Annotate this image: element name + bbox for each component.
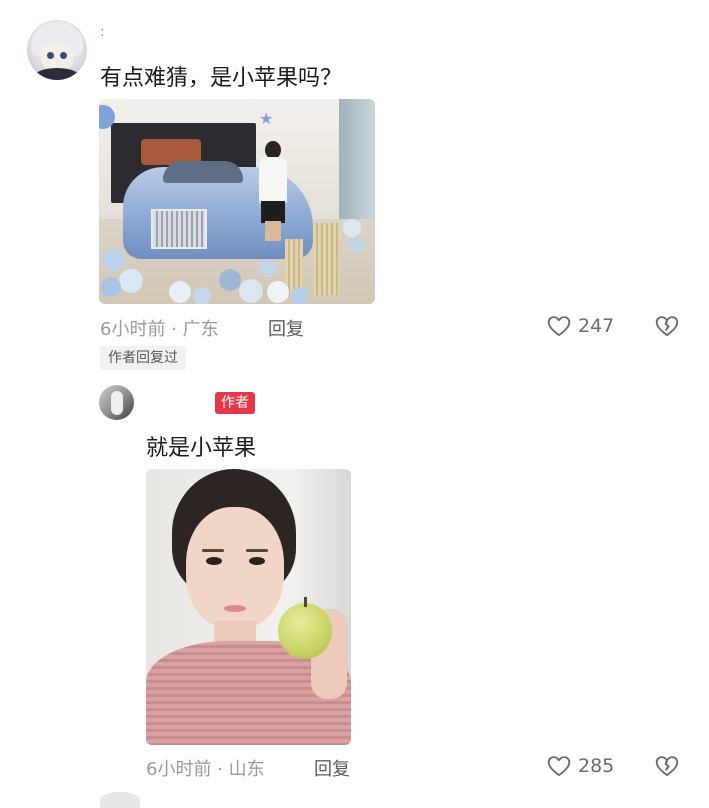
reply-reply-button[interactable]: 回复 (314, 755, 350, 781)
commenter-username[interactable]: : (100, 24, 105, 40)
reply-meta: 6小时前 · 山东 (146, 759, 265, 780)
comment-like-count: 247 (578, 315, 615, 337)
broken-heart-icon[interactable] (654, 753, 680, 779)
broken-heart-icon[interactable] (654, 313, 680, 339)
comment-image[interactable]: ★ (99, 99, 375, 304)
comment-reply-button[interactable]: 回复 (268, 315, 304, 341)
next-comment-avatar[interactable] (100, 792, 140, 808)
reply-like-count: 285 (578, 755, 615, 777)
author-replied-badge[interactable]: 作者回复过 (100, 346, 186, 370)
commenter-avatar[interactable] (27, 20, 87, 80)
author-avatar[interactable] (99, 385, 134, 420)
author-badge: 作者 (215, 392, 255, 414)
comment-meta: 6小时前 · 广东 (100, 319, 219, 340)
reply-image[interactable] (146, 469, 351, 745)
heart-outline-icon[interactable] (546, 313, 572, 339)
comment-text: 有点难猜，是小苹果吗？ (100, 66, 343, 91)
heart-outline-icon[interactable] (546, 753, 572, 779)
reply-text: 就是小苹果 (146, 436, 257, 461)
